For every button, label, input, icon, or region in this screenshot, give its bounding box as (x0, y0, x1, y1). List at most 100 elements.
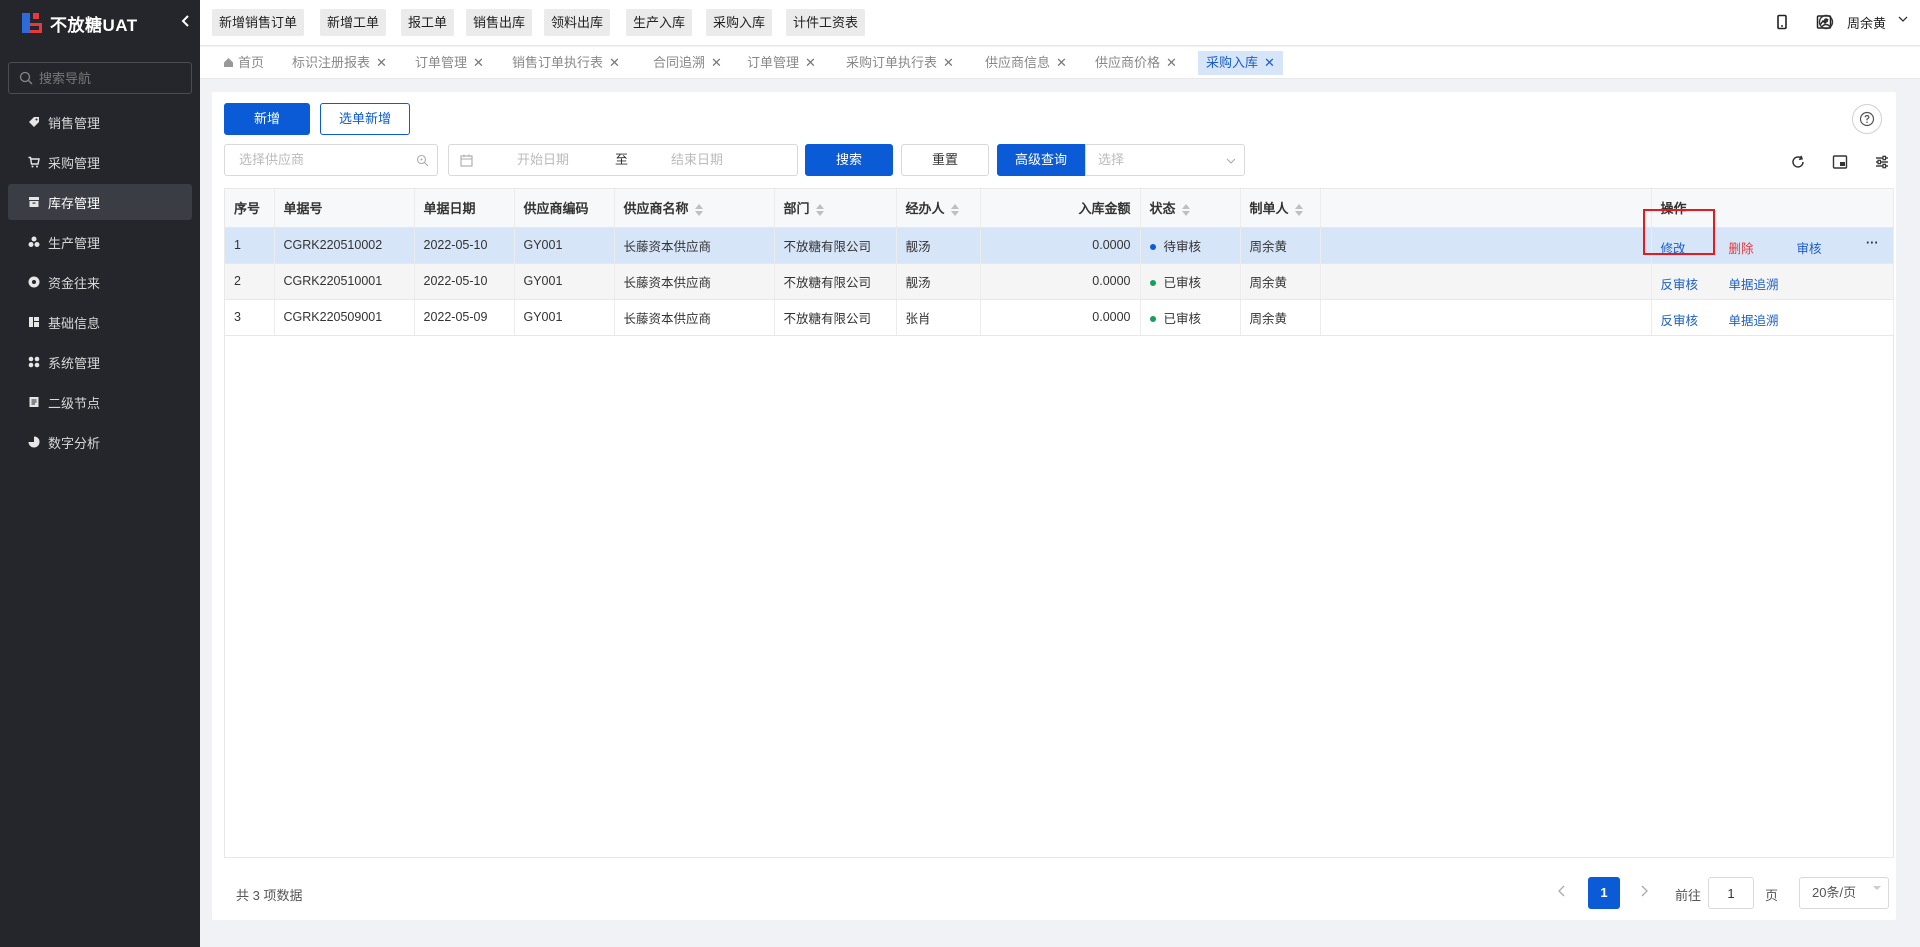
quick-action-button[interactable]: 领料出库 (544, 9, 611, 36)
mobile-icon[interactable] (1774, 14, 1790, 30)
help-icon[interactable] (1852, 104, 1882, 134)
sidebar-item[interactable]: 库存管理 (8, 184, 192, 220)
close-icon[interactable]: ✕ (943, 55, 954, 70)
sidebar-item[interactable]: 数字分析 (8, 424, 192, 460)
advanced-select[interactable]: 选择 (1085, 144, 1245, 176)
add-button[interactable]: 新增 (224, 103, 310, 135)
sidebar-item[interactable]: 销售管理 (8, 104, 192, 140)
prev-page-icon[interactable] (1552, 882, 1572, 902)
column-header[interactable]: 部门 (774, 189, 897, 228)
user-dropdown-icon[interactable] (1898, 14, 1908, 27)
sidebar-item[interactable]: 生产管理 (8, 224, 192, 260)
sort-icon[interactable] (1181, 203, 1190, 216)
row-action-link[interactable]: 修改 (1661, 238, 1686, 257)
tab[interactable]: 采购入库 ✕ (1198, 51, 1283, 75)
column-settings-icon[interactable] (1874, 154, 1890, 170)
tab[interactable]: 合同追溯 ✕ (645, 51, 730, 75)
close-icon[interactable]: ✕ (1166, 55, 1177, 70)
close-icon[interactable]: ✕ (711, 55, 722, 70)
sidebar-item[interactable]: 基础信息 (8, 304, 192, 340)
user-name[interactable]: 周余黄 (1847, 13, 1886, 32)
quick-action-button[interactable]: 计件工资表 (786, 9, 866, 36)
quick-action-button[interactable]: 新增销售订单 (212, 9, 305, 36)
quick-action-button[interactable]: 新增工单 (320, 9, 387, 36)
table-row[interactable]: 2 CGRK220510001 2022-05-10 GY001 长藤资本供应商 不放糖有… (225, 263, 1894, 300)
row-action-link[interactable]: 反审核 (1661, 274, 1699, 293)
column-header-label: 操作 (1660, 201, 1687, 217)
tab-label: 采购入库 (1206, 55, 1259, 70)
advanced-query-button[interactable]: 高级查询 (997, 144, 1085, 176)
close-icon[interactable]: ✕ (609, 55, 620, 70)
tab[interactable]: 供应商信息 ✕ (977, 51, 1075, 75)
tab[interactable]: 采购订单执行表 ✕ (838, 51, 962, 75)
select-add-button[interactable]: 选单新增 (320, 103, 410, 135)
tab-label: 供应商信息 (985, 55, 1051, 70)
column-header[interactable]: 供应商名称 (614, 189, 775, 228)
reset-button[interactable]: 重置 (901, 144, 989, 176)
cell-handler: 张肖 (896, 299, 981, 336)
quick-action-button[interactable]: 生产入库 (626, 9, 693, 36)
page-1-button[interactable]: 1 (1588, 877, 1620, 909)
sort-icon[interactable] (815, 203, 824, 216)
collapse-sidebar-icon[interactable] (178, 14, 194, 30)
sort-icon[interactable] (1294, 203, 1303, 216)
sidebar-item[interactable]: 二级节点 (8, 384, 192, 420)
tab[interactable]: 首页 (215, 51, 272, 75)
close-icon[interactable]: ✕ (376, 55, 387, 70)
refresh-icon[interactable] (1790, 154, 1806, 170)
page-size-select[interactable]: 20条/页 (1799, 877, 1889, 909)
sidebar-item[interactable]: 采购管理 (8, 144, 192, 180)
table-row[interactable]: 1 CGRK220510002 2022-05-10 GY001 长藤资本供应商 不放糖有… (225, 227, 1894, 264)
close-icon[interactable]: ✕ (1264, 55, 1275, 70)
quick-action-button[interactable]: 采购入库 (706, 9, 773, 36)
more-actions-icon[interactable]: ··· (1866, 236, 1879, 250)
total-count: 共 3 项数据 (236, 888, 303, 903)
sidebar-item[interactable]: 系统管理 (8, 344, 192, 380)
row-action-link[interactable]: 删除 (1729, 238, 1754, 257)
close-icon[interactable]: ✕ (805, 55, 816, 70)
close-icon[interactable]: ✕ (473, 55, 484, 70)
date-range-picker[interactable]: 开始日期 至 结束日期 (448, 144, 798, 176)
sidebar-search-input[interactable] (39, 70, 179, 86)
cell-handler: 靓汤 (896, 227, 981, 264)
row-action-link[interactable]: 单据追溯 (1729, 310, 1779, 329)
column-header-label: 经办人 (905, 201, 945, 217)
end-date-input[interactable]: 结束日期 (671, 145, 723, 175)
column-header[interactable]: 状态 (1140, 189, 1241, 228)
quick-action-button[interactable]: 报工单 (401, 9, 455, 36)
cell-date: 2022-05-10 (414, 263, 515, 300)
goto-page-input[interactable] (1708, 877, 1754, 909)
next-page-icon[interactable] (1634, 882, 1654, 902)
supplier-select[interactable]: 选择供应商 (224, 144, 438, 176)
tab[interactable]: 供应商价格 ✕ (1087, 51, 1185, 75)
tab[interactable]: 标识注册报表 ✕ (284, 51, 395, 75)
cell-supplier-code: GY001 (514, 263, 615, 300)
date-separator: 至 (615, 152, 629, 167)
tab-label: 销售订单执行表 (512, 55, 604, 70)
row-action-link[interactable]: 审核 (1797, 238, 1822, 257)
column-header[interactable]: 制单人 (1240, 189, 1321, 228)
sort-icon[interactable] (950, 203, 959, 216)
fullscreen-icon[interactable] (1832, 154, 1848, 170)
cart-icon (28, 156, 40, 168)
cell-supplier-code: GY001 (514, 299, 615, 336)
quick-action-button[interactable]: 销售出库 (466, 9, 533, 36)
cell-doc-no: CGRK220510001 (274, 263, 415, 300)
sidebar-search[interactable] (8, 62, 192, 94)
sidebar-item-label: 数字分析 (48, 435, 101, 451)
tag-icon (28, 116, 40, 128)
top-bar: 新增销售订单 新增工单 报工单 销售出库 领料出库 生产入库 采购入库 计件工资表 周余黄 (200, 0, 1920, 46)
row-action-link[interactable]: 反审核 (1661, 310, 1699, 329)
column-header[interactable]: 经办人 (896, 189, 981, 228)
search-button[interactable]: 搜索 (805, 144, 893, 176)
advanced-select-placeholder: 选择 (1098, 152, 1125, 167)
sort-icon[interactable] (694, 203, 703, 216)
tab[interactable]: 销售订单执行表 ✕ (504, 51, 628, 75)
row-action-link[interactable]: 单据追溯 (1729, 274, 1779, 293)
start-date-input[interactable]: 开始日期 (517, 145, 569, 175)
table-row[interactable]: 3 CGRK220509001 2022-05-09 GY001 长藤资本供应商 不放糖有… (225, 299, 1894, 336)
tab[interactable]: 订单管理 ✕ (739, 51, 824, 75)
sidebar-item[interactable]: 资金往来 (8, 264, 192, 300)
tab[interactable]: 订单管理 ✕ (407, 51, 492, 75)
close-icon[interactable]: ✕ (1056, 55, 1067, 70)
